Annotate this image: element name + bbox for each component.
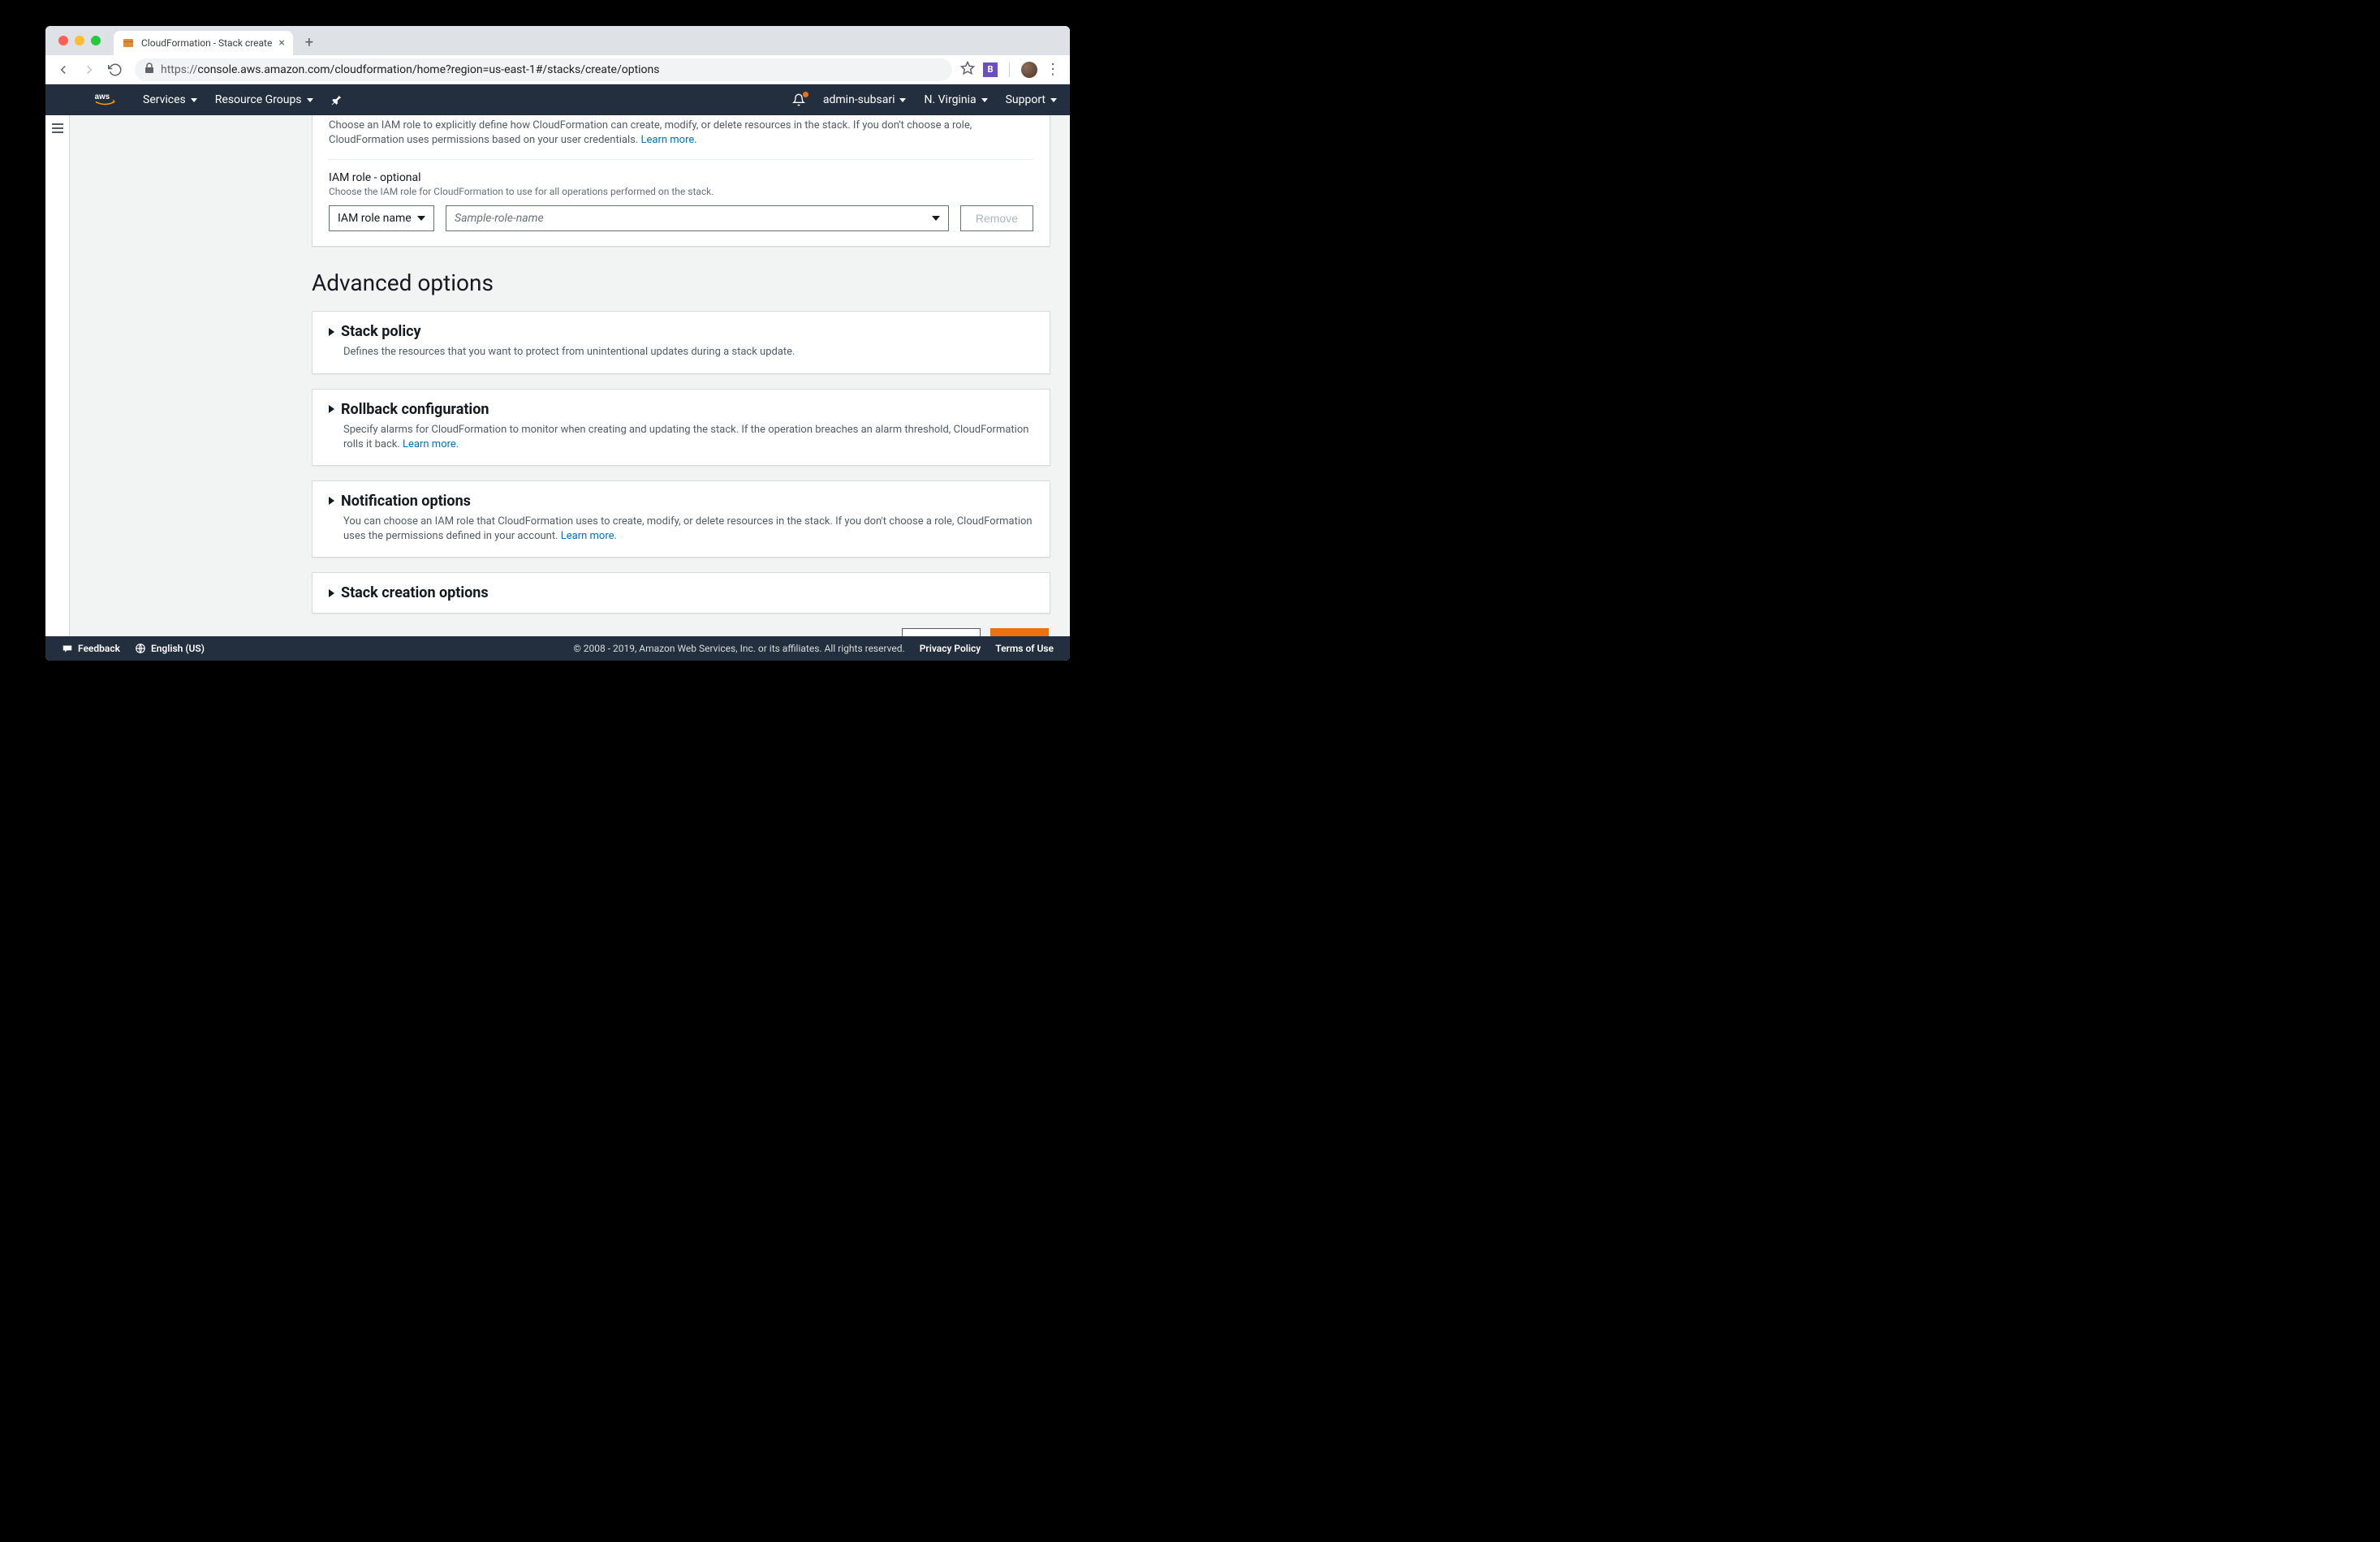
caret-right-icon xyxy=(329,328,334,336)
window-close-icon[interactable] xyxy=(58,36,68,45)
browser-menu-icon[interactable]: ⋮ xyxy=(1046,61,1060,78)
wizard-buttons: Cancel Previous Next xyxy=(312,628,1050,636)
caret-down-icon xyxy=(1050,98,1057,102)
permissions-card: Choose an IAM role to explicitly define … xyxy=(312,115,1050,247)
browser-tab-bar: CloudFormation - Stack create × + xyxy=(45,26,1070,55)
tab-title: CloudFormation - Stack create xyxy=(141,37,272,49)
window-controls xyxy=(52,26,107,55)
permissions-description: Choose an IAM role to explicitly define … xyxy=(329,118,1033,148)
next-button[interactable]: Next xyxy=(990,628,1049,636)
profile-avatar[interactable] xyxy=(1021,62,1037,78)
footer-language[interactable]: English (US) xyxy=(135,643,205,654)
iam-role-field-label: IAM role - optional xyxy=(329,171,1033,184)
nav-account[interactable]: admin-subsari xyxy=(823,93,907,106)
caret-down-icon xyxy=(307,98,313,102)
rollback-title: Rollback configuration xyxy=(341,401,489,418)
extension-icon[interactable]: B xyxy=(983,62,998,77)
footer-feedback[interactable]: Feedback xyxy=(62,643,120,654)
window-minimize-icon[interactable] xyxy=(75,36,84,45)
lock-icon xyxy=(144,62,154,77)
nav-account-label: admin-subsari xyxy=(823,93,895,106)
caret-down-icon xyxy=(899,98,906,102)
browser-tab[interactable]: CloudFormation - Stack create × xyxy=(114,31,293,55)
nav-services[interactable]: Services xyxy=(143,93,197,106)
iam-role-type-select[interactable]: IAM role name xyxy=(329,205,434,231)
caret-right-icon xyxy=(329,589,334,597)
iam-role-name-placeholder: Sample-role-name xyxy=(455,212,544,225)
iam-role-field-help: Choose the IAM role for CloudFormation t… xyxy=(329,186,1033,197)
footer-language-label: English (US) xyxy=(151,643,205,654)
nav-resource-groups[interactable]: Resource Groups xyxy=(215,93,313,106)
caret-right-icon xyxy=(329,405,334,413)
stack-creation-title: Stack creation options xyxy=(341,584,489,601)
iam-role-name-select[interactable]: Sample-role-name xyxy=(446,205,949,231)
footer-privacy-link[interactable]: Privacy Policy xyxy=(920,643,981,654)
nav-support[interactable]: Support xyxy=(1006,93,1057,106)
back-button[interactable] xyxy=(52,58,75,81)
nav-region-label: N. Virginia xyxy=(924,93,976,106)
nav-region[interactable]: N. Virginia xyxy=(924,93,987,106)
nav-notifications[interactable] xyxy=(792,93,805,106)
permissions-learn-more-link[interactable]: Learn more. xyxy=(641,134,697,146)
caret-right-icon xyxy=(329,497,334,505)
previous-button[interactable]: Previous xyxy=(902,628,981,636)
window-maximize-icon[interactable] xyxy=(91,36,101,45)
nav-services-label: Services xyxy=(143,93,186,106)
notification-options-panel[interactable]: Notification options You can choose an I… xyxy=(312,480,1050,558)
advanced-options-heading: Advanced options xyxy=(312,269,1050,296)
divider xyxy=(329,159,1033,160)
caret-down-icon xyxy=(981,98,988,102)
side-nav-toggle[interactable] xyxy=(45,115,70,636)
nav-support-label: Support xyxy=(1006,93,1046,106)
aws-footer: Feedback English (US) © 2008 - 2019, Ama… xyxy=(45,636,1070,661)
caret-down-icon xyxy=(191,98,197,102)
svg-text:aws: aws xyxy=(95,93,110,101)
main-content: Choose an IAM role to explicitly define … xyxy=(70,115,1070,636)
tab-close-icon[interactable]: × xyxy=(278,37,284,50)
footer-feedback-label: Feedback xyxy=(78,643,120,654)
browser-toolbar: https://console.aws.amazon.com/cloudform… xyxy=(45,55,1070,84)
browser-window: CloudFormation - Stack create × + https:… xyxy=(45,26,1070,661)
footer-copyright: © 2008 - 2019, Amazon Web Services, Inc.… xyxy=(573,643,904,654)
divider xyxy=(1009,62,1010,77)
url-text: https://console.aws.amazon.com/cloudform… xyxy=(161,63,660,76)
notification-dot-icon xyxy=(803,92,808,97)
bookmark-icon[interactable] xyxy=(960,61,975,79)
hamburger-icon xyxy=(52,123,63,636)
iam-role-type-value: IAM role name xyxy=(338,212,412,225)
aws-logo[interactable]: aws xyxy=(94,91,125,109)
aws-top-nav: aws Services Resource Groups admin-subsa… xyxy=(45,84,1070,115)
forward-button[interactable] xyxy=(78,58,101,81)
rollback-desc: Specify alarms for CloudFormation to mon… xyxy=(343,423,1033,452)
caret-down-icon xyxy=(417,216,425,221)
stack-policy-panel[interactable]: Stack policy Defines the resources that … xyxy=(312,311,1050,373)
stack-policy-desc: Defines the resources that you want to p… xyxy=(343,345,1033,360)
tab-favicon-icon xyxy=(122,37,135,50)
nav-pin-icon[interactable] xyxy=(331,94,343,106)
caret-down-icon xyxy=(932,216,940,221)
reload-button[interactable] xyxy=(104,58,127,81)
address-bar[interactable]: https://console.aws.amazon.com/cloudform… xyxy=(135,58,952,81)
footer-terms-link[interactable]: Terms of Use xyxy=(995,643,1054,654)
new-tab-button[interactable]: + xyxy=(298,31,321,54)
stack-policy-title: Stack policy xyxy=(341,323,421,340)
notification-title: Notification options xyxy=(341,493,471,510)
toolbar-right: B ⋮ xyxy=(960,61,1063,79)
rollback-learn-more-link[interactable]: Learn more. xyxy=(403,438,459,450)
stack-creation-options-panel[interactable]: Stack creation options xyxy=(312,572,1050,614)
rollback-config-panel[interactable]: Rollback configuration Specify alarms fo… xyxy=(312,389,1050,466)
iam-role-remove-button[interactable]: Remove xyxy=(960,205,1033,231)
page-body: Choose an IAM role to explicitly define … xyxy=(45,115,1070,636)
cancel-button[interactable]: Cancel xyxy=(826,628,892,636)
nav-rg-label: Resource Groups xyxy=(215,93,302,106)
notification-learn-more-link[interactable]: Learn more. xyxy=(561,530,617,542)
notification-desc: You can choose an IAM role that CloudFor… xyxy=(343,515,1033,544)
